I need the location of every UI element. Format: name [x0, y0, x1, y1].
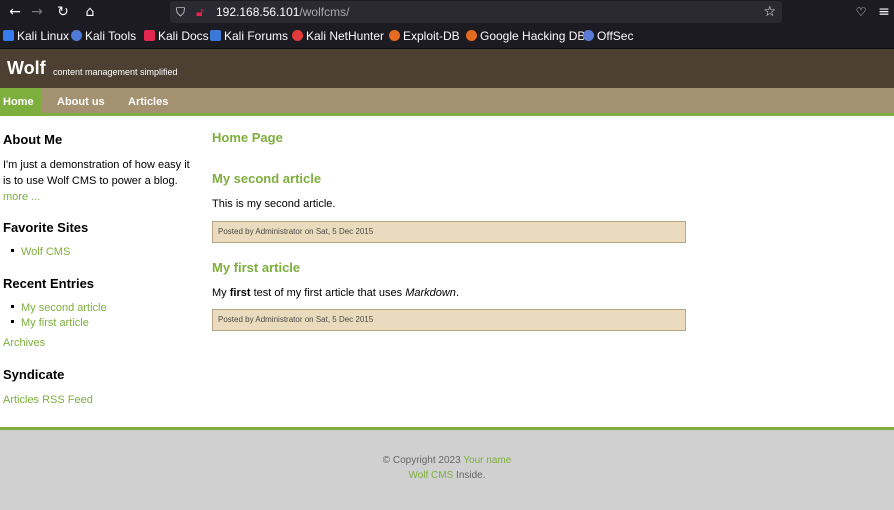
body-text: test of my first article that uses [250, 287, 406, 299]
forward-arrow-icon[interactable]: → [27, 2, 47, 22]
kali-tools-icon [71, 30, 82, 41]
main-menu: Home About us Articles [0, 88, 894, 116]
article-meta-first: Posted by Administrator on Sat, 5 Dec 20… [212, 309, 686, 331]
article-body-second: This is my second article. [212, 198, 336, 210]
bookmark-kali-forums[interactable]: Kali Forums [210, 24, 288, 49]
bookmarks-bar: Kali Linux Kali Tools Kali Docs Kali For… [0, 24, 894, 49]
page-title: Home Page [212, 130, 283, 145]
site-logo[interactable]: Wolf [7, 58, 46, 79]
site-footer: © Copyright 2023 Your name Wolf CMS Insi… [0, 427, 894, 510]
bookmark-label: Google Hacking DB [480, 29, 586, 43]
url-text[interactable]: 192.168.56.101/wolfcms/ [216, 1, 349, 23]
bookmark-kali-tools[interactable]: Kali Tools [71, 24, 136, 49]
url-bar[interactable]: ⛉ 🔓︎ 192.168.56.101/wolfcms/ ☆ [170, 1, 782, 23]
bookmark-kali-docs[interactable]: Kali Docs [144, 24, 209, 49]
pocket-icon[interactable]: ♡ [851, 2, 871, 22]
kali-dragon-icon [3, 30, 14, 41]
nethunter-icon [292, 30, 303, 41]
bookmark-star-icon[interactable]: ☆ [763, 1, 776, 23]
body-italic-text: Markdown [405, 287, 456, 299]
footer-powered-by: Wolf CMS Inside. [0, 470, 894, 481]
browser-nav-bar: ← → ↻ ⌂ ⛉ 🔓︎ 192.168.56.101/wolfcms/ ☆ ♡… [0, 0, 894, 24]
ghdb-icon [466, 30, 477, 41]
recent-entry-item[interactable]: My first article [11, 317, 89, 329]
about-more-link[interactable]: more ... [3, 191, 40, 203]
offsec-icon [583, 30, 594, 41]
archives-link[interactable]: Archives [3, 337, 45, 349]
bookmark-kali-nethunter[interactable]: Kali NetHunter [292, 24, 384, 49]
favorite-link-wolf-cms[interactable]: Wolf CMS [21, 246, 70, 258]
inside-text: Inside. [453, 470, 486, 481]
article-title-first[interactable]: My first article [212, 260, 300, 275]
body-bold-text: first [229, 287, 251, 299]
about-me-text: I'm just a demonstration of how easy it … [3, 157, 193, 205]
about-me-body: I'm just a demonstration of how easy it … [3, 159, 190, 187]
bookmark-google-hacking-db[interactable]: Google Hacking DB [466, 24, 585, 49]
footer-copyright: © Copyright 2023 Your name [0, 455, 894, 466]
menu-item-about-us[interactable]: About us [57, 88, 105, 113]
article-title-second[interactable]: My second article [212, 171, 321, 186]
exploit-db-icon [389, 30, 400, 41]
bookmark-label: Kali Tools [85, 29, 137, 43]
recent-link-second-article[interactable]: My second article [21, 302, 107, 314]
home-icon[interactable]: ⌂ [80, 2, 100, 22]
bookmark-label: Exploit-DB [403, 29, 460, 43]
kali-forums-icon [210, 30, 221, 41]
kali-docs-icon [144, 30, 155, 41]
recent-entries-heading: Recent Entries [3, 276, 95, 291]
bookmark-label: Kali Docs [158, 29, 209, 43]
your-name-link[interactable]: Your name [463, 455, 511, 466]
wolf-cms-link[interactable]: Wolf CMS [408, 470, 453, 481]
bookmark-offsec[interactable]: OffSec [583, 24, 633, 49]
bullet-icon [11, 249, 14, 252]
menu-item-home[interactable]: Home [0, 88, 42, 113]
url-host: 192.168.56.101 [216, 5, 300, 19]
back-arrow-icon[interactable]: ← [5, 2, 25, 22]
site-slogan: content management simplified [53, 67, 178, 77]
bookmark-label: Kali NetHunter [306, 29, 385, 43]
article-meta-second: Posted by Administrator on Sat, 5 Dec 20… [212, 221, 686, 243]
reload-icon[interactable]: ↻ [53, 2, 73, 22]
bullet-icon [11, 320, 14, 323]
url-path: /wolfcms/ [299, 5, 350, 19]
bookmark-label: Kali Forums [224, 29, 289, 43]
recent-entry-item[interactable]: My second article [11, 302, 107, 314]
site-header: Wolf content management simplified [0, 49, 894, 88]
bullet-icon [11, 305, 14, 308]
insecure-lock-icon[interactable]: 🔓︎ [196, 1, 204, 23]
menu-hamburger-icon[interactable]: ≡ [874, 2, 894, 22]
syndicate-heading: Syndicate [3, 367, 65, 382]
article-body-first: My first test of my first article that u… [212, 287, 459, 299]
copyright-text: © Copyright 2023 [382, 455, 464, 466]
tracking-shield-icon[interactable]: ⛉ [176, 1, 185, 23]
body-text: . [455, 287, 459, 299]
rss-feed-link[interactable]: Articles RSS Feed [3, 394, 93, 406]
recent-link-first-article[interactable]: My first article [21, 317, 89, 329]
favorite-sites-heading: Favorite Sites [3, 220, 89, 235]
about-me-heading: About Me [3, 132, 63, 147]
favorite-item[interactable]: Wolf CMS [11, 246, 70, 258]
bookmark-kali-linux[interactable]: Kali Linux [3, 24, 69, 49]
body-text: My [212, 287, 230, 299]
menu-item-articles[interactable]: Articles [128, 88, 168, 113]
bookmark-exploit-db[interactable]: Exploit-DB [389, 24, 460, 49]
bookmark-label: Kali Linux [17, 29, 70, 43]
bookmark-label: OffSec [597, 29, 634, 43]
